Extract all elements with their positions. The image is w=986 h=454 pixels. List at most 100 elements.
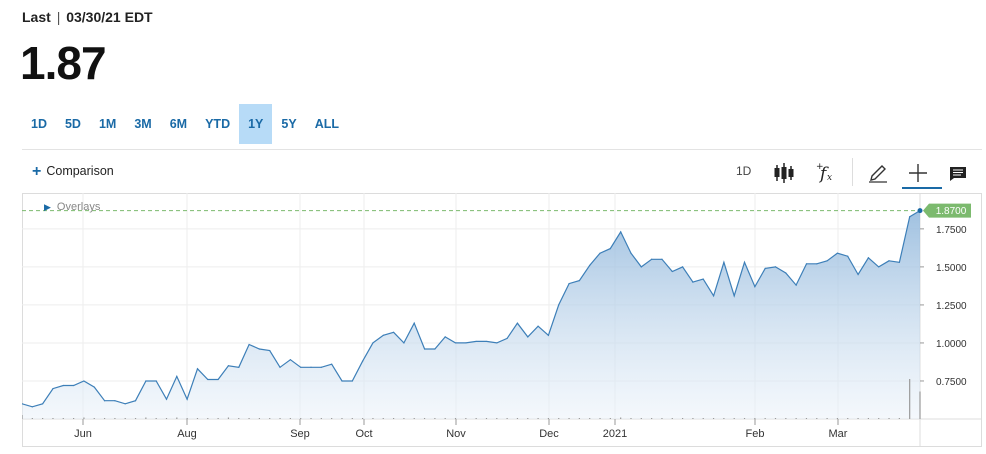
- comment-icon[interactable]: [944, 159, 972, 187]
- volume-bar: [702, 418, 704, 419]
- data-point: [826, 260, 828, 262]
- data-point: [196, 368, 199, 370]
- range-5d[interactable]: 5D: [56, 104, 90, 144]
- chart-toolbar: + Comparison 1D f x +: [22, 155, 982, 191]
- last-value-label: 1.8700: [936, 206, 967, 217]
- interval-selector[interactable]: 1D: [736, 164, 751, 178]
- volume-bar: [578, 418, 580, 419]
- volume-bar: [609, 418, 611, 419]
- separator: |: [56, 9, 61, 25]
- volume-bar: [692, 418, 694, 419]
- volume-bar: [114, 418, 116, 419]
- function-icon[interactable]: f x +: [812, 159, 840, 187]
- volume-bar: [300, 418, 302, 419]
- volume-bar: [589, 418, 591, 419]
- volume-bar: [826, 418, 828, 419]
- volume-bar: [196, 418, 199, 419]
- data-point: [785, 272, 787, 274]
- volume-bar: [754, 418, 756, 419]
- volume-bar: [878, 418, 880, 419]
- data-point: [93, 386, 95, 388]
- pencil-icon[interactable]: [864, 159, 892, 187]
- volume-bar: [279, 418, 281, 419]
- volume-bar: [909, 379, 911, 419]
- data-point: [475, 340, 477, 343]
- volume-bar: [888, 418, 890, 419]
- data-point: [62, 384, 64, 387]
- volume-bar: [341, 418, 343, 419]
- x-tick-label: Jun: [74, 428, 92, 440]
- price-chart[interactable]: 0.7500 1.0000 1.2500 1.5000 1.7500 Jun Aug Sep O…: [22, 193, 982, 447]
- volume-bar: [62, 418, 64, 419]
- data-point: [898, 261, 900, 263]
- volume-bar: [31, 418, 33, 419]
- volume-bar: [331, 418, 333, 419]
- range-ytd[interactable]: YTD: [196, 104, 239, 144]
- range-1d[interactable]: 1D: [22, 104, 56, 144]
- x-tick-label: Mar: [829, 428, 848, 440]
- volume-bar: [898, 418, 900, 419]
- volume-bar: [671, 418, 673, 419]
- volume-bar: [454, 418, 457, 419]
- candlestick-icon[interactable]: [770, 159, 798, 187]
- x-tick-label: Feb: [746, 428, 765, 440]
- volume-bar: [42, 418, 44, 419]
- data-point: [630, 252, 632, 254]
- volume-bar: [134, 418, 137, 419]
- range-3m[interactable]: 3M: [125, 104, 160, 144]
- crosshair-icon[interactable]: [904, 159, 932, 187]
- data-point: [681, 266, 684, 268]
- volume-bar: [310, 418, 312, 419]
- range-selector: 1D 5D 1M 3M 6M YTD 1Y 5Y ALL: [22, 104, 348, 144]
- range-all[interactable]: ALL: [306, 104, 348, 144]
- volume-bar: [723, 418, 725, 419]
- data-point: [578, 279, 580, 282]
- data-point: [227, 365, 230, 367]
- volume-bar: [857, 418, 859, 419]
- y-tick-label: 1.5000: [936, 263, 967, 274]
- overlays-toggle[interactable]: ▶ Overlays: [44, 201, 100, 213]
- data-point: [651, 258, 653, 260]
- range-1y[interactable]: 1Y: [239, 104, 273, 144]
- data-point: [496, 342, 498, 344]
- data-point: [465, 342, 467, 344]
- volume-bar: [155, 418, 157, 419]
- data-point: [382, 334, 384, 336]
- area-fill: [22, 210, 920, 419]
- volume-bar: [651, 418, 653, 419]
- range-1m[interactable]: 1M: [90, 104, 125, 144]
- data-point: [743, 261, 746, 263]
- data-point: [238, 366, 240, 368]
- data-point: [702, 278, 704, 280]
- volume-bar: [795, 418, 797, 419]
- last-date: 03/30/21 EDT: [66, 9, 153, 25]
- comparison-button[interactable]: + Comparison: [32, 163, 114, 181]
- data-point: [52, 387, 54, 390]
- volume-bar: [52, 418, 54, 419]
- data-point: [857, 273, 859, 276]
- range-5y[interactable]: 5Y: [272, 104, 305, 144]
- volume-bar: [22, 415, 23, 419]
- y-tick-label: 1.7500: [936, 225, 967, 236]
- y-tick-label: 1.2500: [936, 301, 967, 312]
- volume-bar: [867, 418, 869, 419]
- volume-bar: [351, 418, 353, 419]
- data-point: [434, 348, 436, 350]
- volume-bar: [496, 418, 498, 419]
- data-point: [124, 403, 126, 405]
- volume-bar: [661, 418, 663, 419]
- data-point: [155, 380, 157, 382]
- plus-icon: +: [32, 163, 42, 180]
- volume-bar: [83, 417, 85, 419]
- data-point: [279, 366, 281, 368]
- data-point: [73, 384, 75, 387]
- last-price: 1.87: [20, 37, 107, 89]
- x-tick-label: Nov: [446, 428, 466, 440]
- data-point: [712, 295, 715, 297]
- volume-bar: [774, 418, 777, 419]
- volume-bar: [289, 418, 291, 419]
- data-point: [671, 270, 673, 273]
- data-point: [145, 380, 147, 382]
- volume-bar: [743, 418, 746, 419]
- range-6m[interactable]: 6M: [161, 104, 196, 144]
